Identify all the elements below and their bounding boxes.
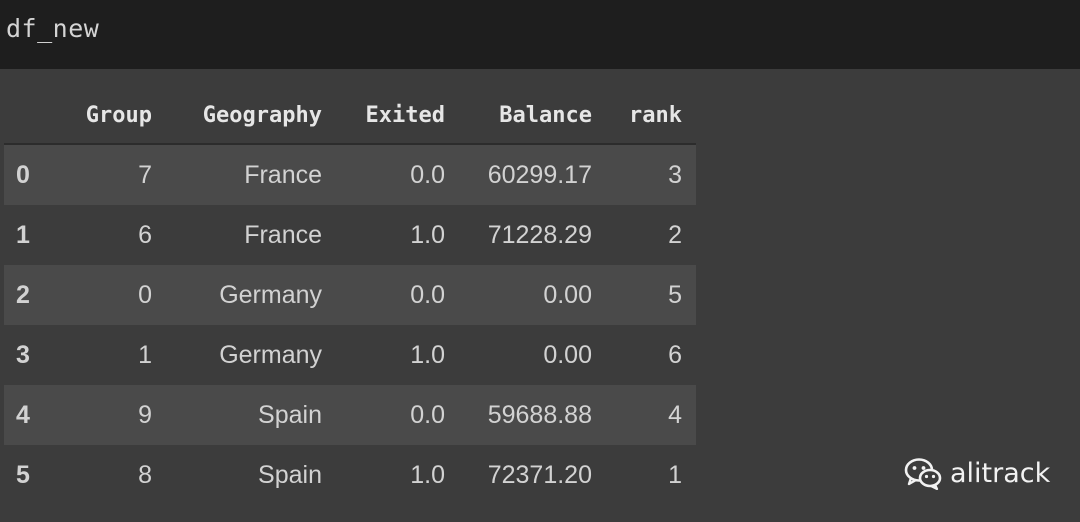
table-row: 1 6 France 1.0 71228.29 2 xyxy=(4,205,696,265)
cell-balance: 0.00 xyxy=(543,340,592,369)
column-header-rank: rank xyxy=(629,102,682,128)
cell-geography: Germany xyxy=(219,340,322,369)
cell-balance: 0.00 xyxy=(543,280,592,309)
table-row: 0 7 France 0.0 60299.17 3 xyxy=(4,144,696,205)
cell-exited: 0.0 xyxy=(410,160,445,189)
row-index: 3 xyxy=(16,340,30,369)
wechat-icon xyxy=(904,458,942,490)
cell-group: 1 xyxy=(138,340,152,369)
cell-rank: 1 xyxy=(668,460,682,489)
column-header-balance: Balance xyxy=(499,102,592,128)
table-row: 4 9 Spain 0.0 59688.88 4 xyxy=(4,385,696,445)
cell-exited: 0.0 xyxy=(410,400,445,429)
row-index: 1 xyxy=(16,220,30,249)
cell-geography: Spain xyxy=(258,400,322,429)
cell-balance: 71228.29 xyxy=(487,220,592,249)
cell-rank: 6 xyxy=(668,340,682,369)
table-row: 5 8 Spain 1.0 72371.20 1 xyxy=(4,445,696,505)
cell-group: 0 xyxy=(138,280,152,309)
column-header-exited: Exited xyxy=(365,102,445,128)
row-index: 2 xyxy=(16,280,30,309)
cell-balance: 60299.17 xyxy=(487,160,592,189)
watermark: alitrack xyxy=(904,456,1050,490)
row-index: 4 xyxy=(16,400,30,429)
cell-geography: Spain xyxy=(258,460,322,489)
cell-group: 8 xyxy=(138,460,152,489)
code-cell[interactable]: df_new xyxy=(0,0,1080,69)
row-index: 5 xyxy=(16,460,30,489)
cell-group: 9 xyxy=(138,400,152,429)
cell-geography: Germany xyxy=(219,280,322,309)
index-header xyxy=(4,87,62,144)
column-header-group: Group xyxy=(85,102,152,128)
table-header-row: Group Geography Exited Balance rank xyxy=(4,87,696,144)
cell-balance: 59688.88 xyxy=(487,400,592,429)
cell-rank: 4 xyxy=(668,400,682,429)
cell-rank: 2 xyxy=(668,220,682,249)
cell-exited: 1.0 xyxy=(410,220,445,249)
cell-rank: 3 xyxy=(668,160,682,189)
table-row: 2 0 Germany 0.0 0.00 5 xyxy=(4,265,696,325)
cell-geography: France xyxy=(244,160,322,189)
cell-balance: 72371.20 xyxy=(487,460,592,489)
dataframe-table: Group Geography Exited Balance rank 0 7 … xyxy=(4,87,696,505)
cell-group: 7 xyxy=(138,160,152,189)
column-header-geography: Geography xyxy=(202,102,322,128)
row-index: 0 xyxy=(16,160,30,189)
cell-exited: 0.0 xyxy=(410,280,445,309)
cell-exited: 1.0 xyxy=(410,460,445,489)
code-text[interactable]: df_new xyxy=(6,14,99,43)
watermark-text: alitrack xyxy=(950,457,1051,489)
cell-geography: France xyxy=(244,220,322,249)
table-row: 3 1 Germany 1.0 0.00 6 xyxy=(4,325,696,385)
cell-group: 6 xyxy=(138,220,152,249)
output-area: Group Geography Exited Balance rank 0 7 … xyxy=(0,69,1080,522)
cell-exited: 1.0 xyxy=(410,340,445,369)
cell-rank: 5 xyxy=(668,280,682,309)
